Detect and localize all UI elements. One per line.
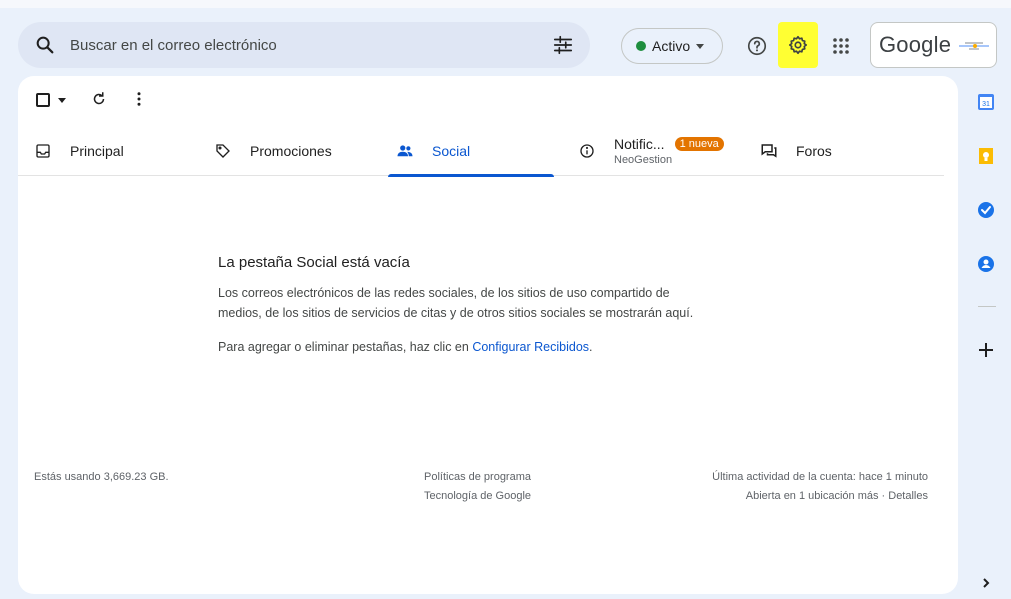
tag-icon: [214, 142, 232, 160]
plus-icon: [979, 343, 993, 357]
tab-foros[interactable]: Foros: [760, 126, 832, 176]
apps-grid-icon: [833, 38, 849, 54]
google-logo-text: Google: [879, 32, 952, 57]
account-activity: Última actividad de la cuenta: hace 1 mi…: [712, 468, 928, 506]
storage-info: Estás usando 3,669.23 GB.: [34, 471, 169, 483]
rail-divider: [978, 306, 996, 307]
more-vert-icon: [137, 92, 141, 106]
tab-principal[interactable]: Principal: [34, 126, 124, 176]
tab-social[interactable]: Social: [388, 126, 554, 177]
tab-label: Promociones: [250, 143, 332, 159]
calendar-icon: 31: [978, 94, 994, 110]
keep-app-button[interactable]: [976, 146, 996, 166]
people-icon: [396, 142, 414, 160]
keep-icon: [979, 148, 993, 164]
search-input[interactable]: [70, 32, 530, 58]
google-account-button[interactable]: Google: [870, 22, 997, 68]
tab-label: Principal: [70, 143, 124, 159]
select-all-checkbox[interactable]: [36, 93, 50, 107]
footer-links: Políticas de programa Tecnología de Goog…: [424, 468, 531, 506]
tab-label: Notific...: [614, 136, 665, 152]
powered-by-text: Tecnología de Google: [424, 490, 532, 502]
tab-notif-text: Notific... 1 nueva NeoGestion: [614, 136, 724, 166]
empty-hint-suffix: .: [589, 340, 593, 354]
activity-details-link[interactable]: Abierta en 1 ubicación más · Detalles: [712, 487, 928, 506]
tab-sender: NeoGestion: [614, 154, 673, 166]
last-activity-text: Última actividad de la cuenta: hace 1 mi…: [712, 471, 928, 483]
empty-description: Los correos electrónicos de las redes so…: [218, 283, 818, 323]
tab-label: Foros: [796, 143, 832, 159]
main-panel: Principal Promociones Social Notific... …: [18, 76, 958, 594]
forum-icon: [760, 142, 778, 160]
top-strip: [0, 0, 1011, 8]
tasks-icon: [978, 202, 994, 218]
contacts-app-button[interactable]: [976, 254, 996, 274]
info-icon: [578, 142, 596, 160]
get-addons-button[interactable]: [976, 340, 996, 360]
empty-line-2: medios, de los sitios de servicios de ci…: [218, 306, 694, 320]
chevron-down-icon: [696, 43, 705, 49]
empty-hint: Para agregar o eliminar pestañas, haz cl…: [218, 337, 818, 357]
apps-button[interactable]: [828, 33, 854, 59]
refresh-button[interactable]: [90, 90, 108, 108]
tasks-app-button[interactable]: [976, 200, 996, 220]
status-dot: [636, 41, 646, 51]
configure-inbox-link[interactable]: Configurar Recibidos: [472, 340, 589, 354]
program-policies-link[interactable]: Políticas de programa: [424, 468, 531, 487]
more-options-button[interactable]: [130, 90, 148, 108]
status-label: Activo: [652, 38, 691, 54]
empty-hint-prefix: Para agregar o eliminar pestañas, haz cl…: [218, 340, 473, 354]
help-button[interactable]: [744, 33, 770, 59]
new-badge: 1 nueva: [674, 137, 724, 151]
contacts-icon: [978, 256, 994, 272]
expand-panel-button[interactable]: [976, 573, 996, 593]
search-icon[interactable]: [34, 34, 56, 56]
tab-notificaciones[interactable]: Notific... 1 nueva NeoGestion: [578, 126, 724, 176]
tab-notif-line: Notific... 1 nueva: [614, 136, 724, 152]
empty-state: La pestaña Social está vacía Los correos…: [218, 254, 818, 357]
account-logo-icon: [959, 42, 990, 50]
status-button[interactable]: Activo: [621, 28, 723, 64]
tab-promociones[interactable]: Promociones: [214, 126, 332, 176]
chevron-right-icon: [983, 578, 990, 588]
calendar-day: 31: [982, 101, 990, 108]
search-options-icon[interactable]: [552, 34, 574, 56]
tab-label: Social: [432, 143, 471, 159]
refresh-icon: [93, 92, 105, 105]
search-bar[interactable]: [18, 22, 590, 68]
select-menu-chevron-icon[interactable]: [58, 98, 66, 103]
category-tabs: Principal Promociones Social Notific... …: [18, 126, 944, 177]
gear-icon: [788, 35, 808, 55]
empty-title: La pestaña Social está vacía: [218, 254, 410, 271]
help-icon: [747, 36, 767, 56]
empty-line-1: Los correos electrónicos de las redes so…: [218, 286, 670, 300]
toolbar: [18, 76, 958, 122]
inbox-icon: [34, 142, 52, 160]
calendar-app-button[interactable]: 31: [976, 92, 996, 112]
settings-button[interactable]: [778, 22, 818, 68]
